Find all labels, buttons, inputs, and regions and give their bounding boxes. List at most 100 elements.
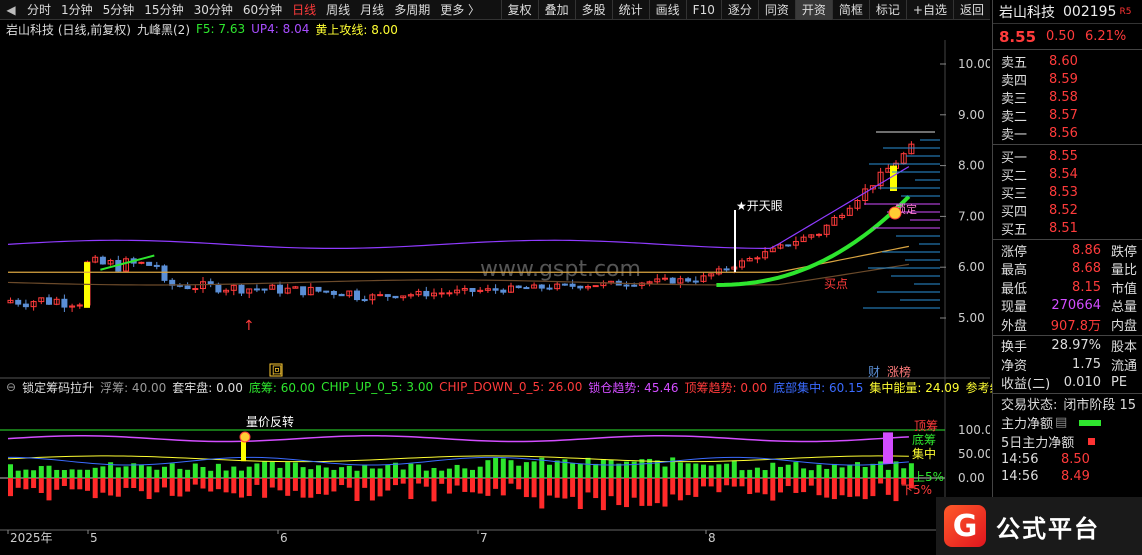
bid-row-4[interactable]: 买五 8.51 — [993, 219, 1142, 238]
toolbar-button-5[interactable]: F10 — [685, 0, 721, 20]
last-price: 8.55 — [999, 27, 1037, 46]
kaitianyan-label: ★开天眼 — [736, 199, 783, 213]
sub-green-bar — [323, 467, 329, 478]
sub-red-bar — [516, 478, 522, 490]
sub-green-bar — [339, 467, 345, 478]
sub-green-bar — [685, 463, 691, 478]
period-tab-8[interactable]: 月线 — [355, 1, 389, 18]
main-chart-legend: 岩山科技 (日线,前复权) 九峰黑(2) F5: 7.63 UP4: 8.04 … — [0, 20, 404, 38]
period-tab-7[interactable]: 周线 — [321, 1, 355, 18]
sub-red-bar — [308, 478, 314, 498]
price-axis-label: 8.00 — [958, 159, 985, 173]
candle-body — [662, 277, 668, 280]
ask-row-3[interactable]: 卖二 8.57 — [993, 106, 1142, 125]
toolbar-button-12[interactable]: 返回 — [952, 0, 990, 20]
sub-red-bar — [847, 478, 853, 497]
period-tab-5[interactable]: 60分钟 — [238, 1, 287, 18]
price-axis-label: 10.00 — [958, 57, 990, 71]
period-tab-3[interactable]: 15分钟 — [139, 1, 188, 18]
sub-green-bar — [624, 461, 629, 478]
indicator-name[interactable]: 九峰黑(2) — [137, 21, 190, 38]
candle-body — [277, 284, 283, 294]
sub-green-bar — [739, 470, 745, 478]
toolbar-button-10[interactable]: 标记 — [868, 0, 906, 20]
sub-red-bar — [108, 478, 114, 496]
toolbar-button-1[interactable]: 叠加 — [537, 0, 575, 20]
toolbar-button-6[interactable]: 逐分 — [720, 0, 758, 20]
sub-green-bar — [431, 467, 437, 478]
sub-red-bar — [61, 478, 67, 486]
period-tab-4[interactable]: 30分钟 — [189, 1, 238, 18]
stat-value: 28.97% — [1051, 338, 1101, 354]
candle-body — [500, 289, 507, 293]
toolbar-button-11[interactable]: +自选 — [905, 0, 953, 20]
sub-red-bar — [685, 478, 691, 496]
sub-red-bar — [855, 478, 860, 497]
bid-row-0[interactable]: 买一 8.55 — [993, 147, 1142, 166]
stock-tag: R5 — [1119, 6, 1132, 17]
bid-label: 买四 — [1001, 204, 1028, 220]
period-tab-6[interactable]: 日线 — [287, 1, 321, 18]
doc-icon[interactable]: ▤ — [1055, 415, 1067, 430]
stat-value: 8.15 — [1072, 279, 1101, 295]
sub-green-bar — [8, 464, 13, 478]
sub-red-bar — [169, 478, 175, 496]
bid-row-1[interactable]: 买二 8.54 — [993, 165, 1142, 184]
sub-indicator-name[interactable]: 锁定筹码拉升 — [22, 379, 94, 396]
bid-price: 8.55 — [1049, 148, 1078, 164]
kline-chart[interactable]: 10.00 9.00 8.00 7.00 6.00 5.00 100.0 50.00 0.00 2… — [0, 20, 990, 555]
period-tab-10[interactable]: 更多 〉 — [435, 1, 485, 18]
ask-row-0[interactable]: 卖五 8.60 — [993, 52, 1142, 71]
ask-price: 8.56 — [1049, 125, 1078, 141]
price-change: 0.50 — [1046, 29, 1075, 44]
sub-green-bar — [162, 466, 167, 478]
date-axis-label: 5 — [90, 531, 98, 545]
reverse-signal-icon — [239, 431, 251, 443]
ask-row-1[interactable]: 卖四 8.59 — [993, 70, 1142, 89]
sub-red-bar — [462, 478, 468, 492]
sub-red-bar — [754, 478, 760, 493]
sub-green-bar — [477, 466, 483, 478]
sub-green-bar — [123, 466, 129, 478]
sub-axis-label: 50.00 — [958, 447, 990, 461]
stat-row: 现量 270664 总量 — [993, 297, 1142, 315]
sub-red-bar — [416, 478, 422, 484]
stat-value: 907.8万 — [1050, 318, 1101, 334]
ask-row-2[interactable]: 卖三 8.58 — [993, 88, 1142, 107]
toolbar-button-2[interactable]: 多股 — [574, 0, 612, 20]
watermark-text: www.gspt.com — [480, 257, 641, 282]
sub-green-bar — [169, 463, 175, 478]
period-tab-1[interactable]: 1分钟 — [56, 1, 98, 18]
sub-red-bar — [408, 478, 414, 500]
bid-label: 买二 — [1001, 168, 1028, 184]
sub-red-bar — [785, 478, 791, 487]
back-arrow-icon[interactable]: ◀ — [0, 0, 22, 20]
period-tab-0[interactable]: 分时 — [22, 1, 56, 18]
toolbar-button-8[interactable]: 开资 — [794, 0, 832, 20]
main-net-5d-bar — [1088, 438, 1096, 445]
sub-red-bar — [647, 478, 653, 506]
sub-green-bar — [754, 467, 760, 478]
sub-collapse-icon[interactable]: ⊖ — [6, 380, 16, 394]
toolbar-button-4[interactable]: 画线 — [648, 0, 686, 20]
ask-label: 卖五 — [1001, 55, 1028, 71]
bid-row-3[interactable]: 买四 8.52 — [993, 201, 1142, 220]
toolbar-button-0[interactable]: 复权 — [500, 0, 538, 20]
toolbar-button-7[interactable]: 同资 — [757, 0, 795, 20]
sub-green-bar — [516, 465, 522, 478]
period-tab-9[interactable]: 多周期 — [389, 1, 435, 18]
toolbar-button-3[interactable]: 统计 — [611, 0, 649, 20]
sub-legend-item-2: 底筹: 60.00 — [248, 380, 316, 395]
sub-green-bar — [855, 462, 860, 478]
period-tab-2[interactable]: 5分钟 — [98, 1, 140, 18]
bid-row-2[interactable]: 买三 8.53 — [993, 183, 1142, 202]
up5-label: 上5% — [913, 470, 944, 484]
ask-row-4[interactable]: 卖一 8.56 — [993, 124, 1142, 143]
sub-red-bar — [477, 478, 483, 494]
sub-red-bar — [500, 478, 506, 496]
toolbar-button-9[interactable]: 简框 — [831, 0, 869, 20]
sub-red-bar — [470, 478, 475, 493]
sub-red-bar — [562, 478, 568, 499]
sub-red-bar — [554, 478, 560, 498]
stat-row: 最低 8.15 市值 — [993, 278, 1142, 297]
